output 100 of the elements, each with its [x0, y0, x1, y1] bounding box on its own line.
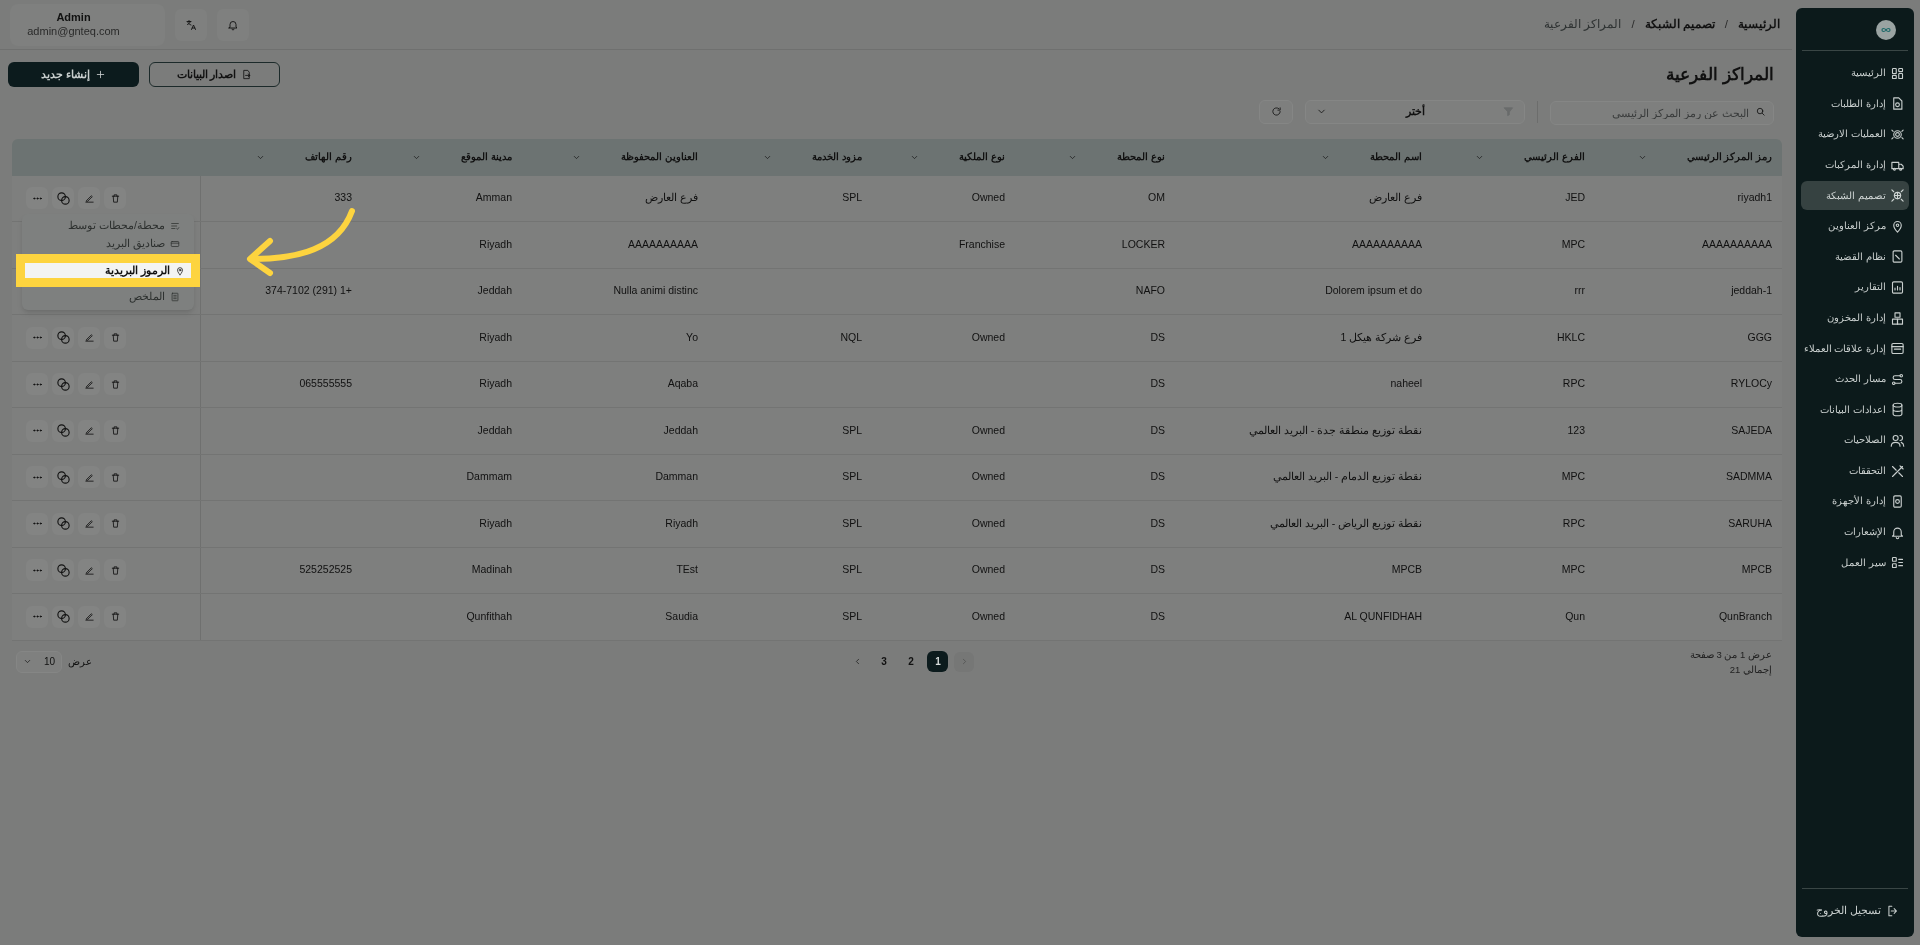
table-cell-text: Yo	[686, 329, 698, 345]
edit-button[interactable]	[78, 605, 100, 628]
table-cell-text: QunBranch	[1718, 608, 1772, 624]
circles-icon	[55, 376, 71, 392]
circles-icon	[55, 469, 71, 485]
column-header[interactable]: نوع الملكية	[910, 149, 1005, 165]
refresh-button[interactable]	[1259, 99, 1293, 124]
edit-button[interactable]	[78, 419, 100, 442]
sidebar-item[interactable]: مركز العناوين	[1801, 211, 1909, 241]
edit-button[interactable]	[78, 559, 100, 582]
table-cell-text: RYLOCy	[1730, 376, 1772, 392]
sidebar-item[interactable]: تصميم الشبكة	[1801, 181, 1909, 210]
sidebar-item[interactable]: التحققات	[1801, 456, 1909, 486]
sidebar-item[interactable]: الصلاحيات	[1801, 426, 1909, 455]
edit-button[interactable]	[78, 187, 100, 210]
table-cell: فرع شركة هيكل 1	[1340, 329, 1422, 346]
create-button[interactable]: إنشاء جديد	[8, 62, 139, 88]
export-button[interactable]: اصدار البيانات	[149, 62, 280, 88]
delete-button[interactable]	[104, 419, 126, 442]
column-header[interactable]: الفرع الرئيسي	[1475, 149, 1585, 165]
column-header[interactable]: العناوين المحفوظة	[572, 149, 698, 165]
document-icon	[170, 291, 180, 302]
sidebar-item[interactable]: إدارة المخزون	[1801, 303, 1909, 333]
column-header[interactable]: مزود الخدمة	[763, 149, 862, 165]
table-cell-text: Franchise	[958, 236, 1005, 252]
delete-button[interactable]	[104, 187, 126, 210]
table-cell-text: Riyadh	[665, 515, 698, 531]
table-cell-text: DS	[1150, 562, 1165, 578]
table-cell-text: AL QUNFIDHAH	[1344, 608, 1422, 624]
trash-icon	[109, 611, 121, 623]
sidebar-item[interactable]: إدارة علاقات العملاء	[1801, 334, 1909, 363]
sidebar-item[interactable]: إدارة الطلبات	[1801, 89, 1909, 119]
link-button[interactable]	[52, 326, 74, 349]
route-icon	[1890, 371, 1905, 387]
column-header[interactable]: رقم الهاتف	[256, 149, 352, 165]
link-button[interactable]	[52, 373, 74, 396]
sidebar-item[interactable]: العمليات الارضية	[1801, 120, 1909, 149]
link-button[interactable]	[52, 187, 74, 210]
logo[interactable]	[1876, 20, 1896, 40]
edit-button[interactable]	[78, 512, 100, 535]
page-size-select[interactable]: 10	[16, 650, 62, 673]
delete-button[interactable]	[104, 466, 126, 489]
pencil-icon	[83, 518, 95, 530]
column-header[interactable]: نوع المحطة	[1068, 149, 1165, 165]
delete-button[interactable]	[104, 559, 126, 582]
column-header[interactable]: رمز المركز الرئيسي	[1637, 149, 1772, 165]
link-button[interactable]	[52, 419, 74, 442]
page-button[interactable]: 2	[900, 651, 922, 672]
notifications-button[interactable]	[217, 8, 249, 41]
page-button[interactable]: 3	[873, 651, 895, 672]
logout-link[interactable]: تسجيل الخروج	[1810, 903, 1900, 919]
table-cell-text: TEst	[676, 562, 698, 578]
sidebar-item[interactable]: التقارير	[1801, 273, 1909, 302]
delete-button[interactable]	[104, 373, 126, 396]
edit-button[interactable]	[78, 466, 100, 489]
table-cell-text: Owned	[971, 469, 1005, 485]
column-header[interactable]: مدينة الموقع	[412, 149, 512, 165]
sidebar-item[interactable]: الإشعارات	[1801, 517, 1909, 547]
breadcrumb-link[interactable]: تصميم الشبكة	[1644, 15, 1715, 34]
table-cell-text: Riyadh	[479, 236, 512, 252]
language-button[interactable]	[175, 8, 207, 41]
edit-button[interactable]	[78, 326, 100, 349]
table-cell-text: RPC	[1562, 515, 1585, 531]
table-cell-text: JED	[1565, 190, 1585, 206]
sidebar-item[interactable]: اعدادات البيانات	[1801, 395, 1909, 425]
column-header[interactable]: اسم المحطة	[1321, 149, 1422, 165]
table-cell-text: NAFO	[1135, 283, 1165, 299]
link-button[interactable]	[52, 512, 74, 535]
filter-select[interactable]: أختر	[1305, 99, 1525, 124]
circles-icon	[55, 516, 71, 532]
table-cell-text: 525252525	[299, 562, 352, 578]
link-button[interactable]	[52, 559, 74, 582]
table-cell: نقطة توزيع منطقة جدة - البريد العالمي	[1249, 422, 1422, 439]
pencil-icon	[83, 378, 95, 390]
link-button[interactable]	[52, 605, 74, 628]
plus-icon	[94, 69, 106, 81]
table-cell-text: MPCB	[1741, 562, 1772, 578]
sidebar-item[interactable]: الرئيسية	[1801, 59, 1909, 88]
breadcrumb-link[interactable]: الرئيسية	[1738, 15, 1780, 34]
link-button[interactable]	[52, 466, 74, 489]
sidebar-item[interactable]: سير العمل	[1801, 548, 1909, 578]
pencil-icon	[83, 471, 95, 483]
table-cell-text: GGG	[1747, 329, 1772, 345]
pencil-icon	[83, 192, 95, 204]
delete-button[interactable]	[104, 512, 126, 535]
page-button[interactable]: 1	[927, 651, 949, 672]
user-card[interactable]: Admin admin@gnteq.com	[10, 3, 165, 46]
sidebar-item[interactable]: إدارة المركبات	[1801, 150, 1909, 180]
delete-button[interactable]	[104, 605, 126, 628]
sidebar-item[interactable]: إدارة الأجهزة	[1801, 487, 1909, 516]
delete-button[interactable]	[104, 326, 126, 349]
pencil-icon	[83, 332, 95, 344]
table-cell-text: DS	[1150, 515, 1165, 531]
search-field[interactable]: البحث عن رمز المركز الرئيسي	[1550, 100, 1774, 125]
edit-button[interactable]	[78, 373, 100, 396]
table-cell-text: MPC	[1561, 236, 1585, 252]
sidebar-item[interactable]: مسار الحدث	[1801, 364, 1909, 394]
table-cell-text: Owned	[971, 422, 1005, 438]
menu-item[interactable]: الرموز البريدية	[25, 262, 191, 279]
sidebar-item[interactable]: نظام القضية	[1801, 242, 1909, 272]
